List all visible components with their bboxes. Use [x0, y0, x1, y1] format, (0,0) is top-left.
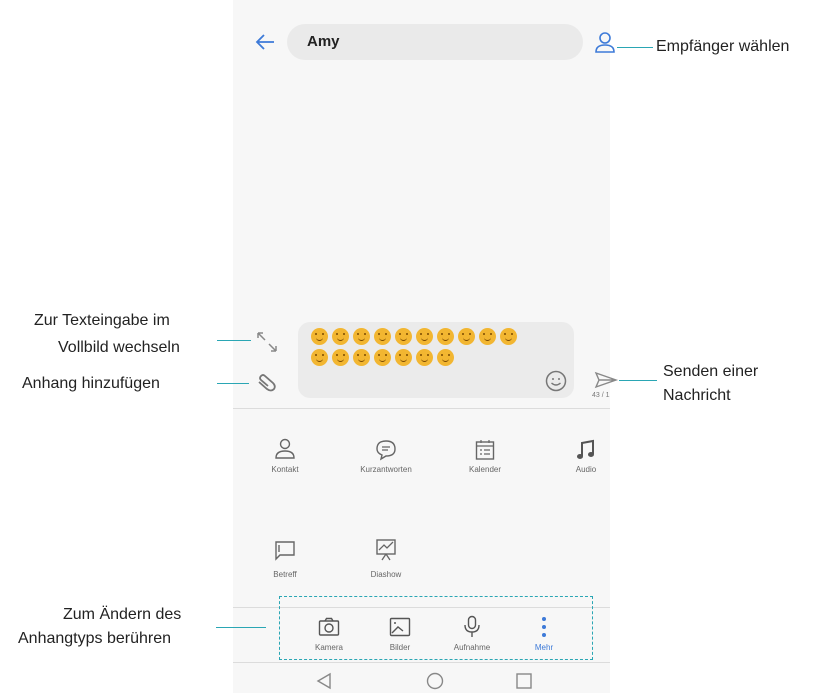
- smiley-emoji: [311, 328, 328, 345]
- tab-label-images: Bilder: [389, 643, 411, 652]
- send-icon[interactable]: [594, 371, 619, 389]
- attach-label-contact: Kontakt: [271, 465, 299, 474]
- image-icon[interactable]: [389, 617, 411, 637]
- contact-picker-icon[interactable]: [594, 32, 616, 54]
- smiley-emoji: [332, 349, 349, 366]
- divider: [233, 662, 610, 663]
- smiley-emoji: [395, 328, 412, 345]
- smiley-emoji: [395, 349, 412, 366]
- paperclip-icon[interactable]: [255, 373, 277, 392]
- callout-line: [619, 380, 657, 381]
- smiley-emoji: [416, 328, 433, 345]
- slideshow-icon[interactable]: [375, 538, 397, 562]
- tab-label-camera: Kamera: [314, 643, 343, 652]
- music-note-icon[interactable]: [576, 439, 596, 461]
- callout-attach: Anhang hinzufügen: [22, 375, 160, 392]
- callout-type-line2: Anhangtyps berühren: [18, 630, 171, 647]
- smiley-emoji: [374, 328, 391, 345]
- callout-line: [216, 627, 266, 628]
- subject-icon[interactable]: [274, 540, 296, 562]
- callout-line: [217, 340, 251, 341]
- smiley-emoji: [416, 349, 433, 366]
- camera-icon[interactable]: [318, 617, 340, 637]
- attach-label-audio: Audio: [575, 465, 597, 474]
- callout-line: [617, 47, 653, 48]
- smiley-emoji: [353, 349, 370, 366]
- smiley-emoji: [332, 328, 349, 345]
- back-arrow-icon[interactable]: [254, 33, 276, 51]
- smiley-emoji: [458, 328, 475, 345]
- callout-recipient: Empfänger wählen: [656, 38, 790, 55]
- calendar-icon[interactable]: [475, 439, 495, 461]
- char-counter: 43 / 1: [592, 392, 610, 399]
- recipient-value: Amy: [307, 33, 340, 50]
- callout-fullscreen-line2: Vollbild wechseln: [58, 339, 180, 356]
- microphone-icon[interactable]: [463, 615, 481, 639]
- person-icon[interactable]: [275, 438, 295, 459]
- callout-fullscreen-line1: Zur Texteingabe im: [34, 312, 170, 329]
- smiley-emoji: [311, 349, 328, 366]
- attach-label-quick-replies: Kurzantworten: [360, 465, 412, 474]
- smiley-emoji: [500, 328, 517, 345]
- triangle-back-icon[interactable]: [315, 672, 333, 690]
- tab-label-more: Mehr: [534, 643, 554, 652]
- recipient-input[interactable]: Amy: [287, 24, 583, 60]
- chat-bubble-icon[interactable]: [375, 439, 397, 461]
- callout-line: [217, 383, 249, 384]
- smiley-emoji: [374, 349, 391, 366]
- attach-label-calendar: Kalender: [468, 465, 502, 474]
- callout-send-line1: Senden einer: [663, 363, 759, 380]
- callout-type-line1: Zum Ändern des: [63, 606, 182, 623]
- attach-label-subject: Betreff: [273, 570, 297, 579]
- smiley-emoji: [437, 328, 454, 345]
- square-recents-icon[interactable]: [515, 672, 533, 690]
- smiley-emoji: [353, 328, 370, 345]
- smiley-emoji: [437, 349, 454, 366]
- emoji-picker-icon[interactable]: [545, 370, 567, 392]
- circle-home-icon[interactable]: [426, 672, 444, 690]
- more-vertical-icon[interactable]: [540, 615, 548, 639]
- callout-send-line2: Nachricht: [663, 387, 731, 404]
- tab-label-recording: Aufnahme: [453, 643, 491, 652]
- attach-label-slideshow: Diashow: [370, 570, 402, 579]
- smiley-emoji: [479, 328, 496, 345]
- divider: [233, 408, 610, 409]
- fullscreen-icon[interactable]: [256, 331, 278, 353]
